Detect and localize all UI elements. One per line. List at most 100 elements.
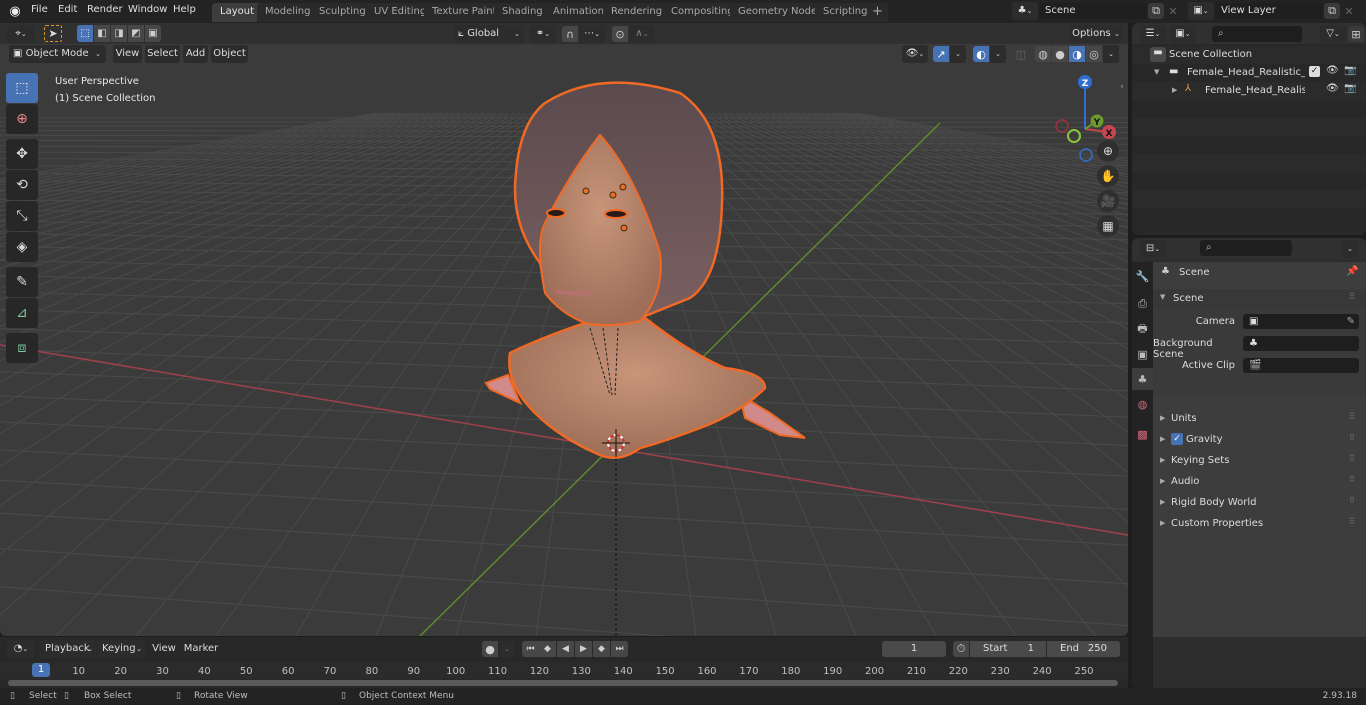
pan-view-button[interactable]: ✋ (1097, 165, 1119, 187)
mode-dropdown[interactable]: ▣ Object Mode ⌄ (9, 45, 106, 63)
select-box-tool[interactable]: ⬚ (6, 73, 38, 103)
gizmo-dropdown[interactable]: ⌄ (950, 45, 966, 63)
gravity-checkbox[interactable]: ✓ (1171, 433, 1183, 445)
keying-menu[interactable]: Keying ⌄ (97, 640, 145, 658)
auto-keying-icon[interactable]: ● (482, 641, 498, 657)
add-workspace-button[interactable]: + (867, 3, 888, 22)
menu-window[interactable]: Window (128, 4, 167, 15)
subpanel-custom-properties[interactable]: ▶ Custom Properties ⠿ (1153, 514, 1366, 534)
play-icon[interactable]: ▶ (575, 641, 592, 657)
expand-triangle-icon[interactable]: ▼ (1154, 68, 1159, 76)
menu-add[interactable]: Add (183, 45, 208, 63)
subpanel-gravity[interactable]: ▶ ✓ Gravity ⠿ (1153, 430, 1366, 450)
solid-shading-icon[interactable]: ● (1052, 46, 1068, 62)
jump-start-icon[interactable]: ⏮ (522, 641, 539, 657)
menu-select[interactable]: Select (145, 45, 180, 63)
tab-scene[interactable]: ♣ (1132, 368, 1153, 390)
drag-grip-icon[interactable]: ⠿ (1349, 517, 1355, 526)
timeline-editor-type-button[interactable]: ◔⌄ (7, 640, 35, 658)
expand-triangle-icon[interactable]: ▶ (1172, 86, 1177, 94)
delete-view-layer-icon[interactable]: ✕ (1342, 3, 1356, 19)
menu-file[interactable]: File (31, 4, 48, 15)
camera-render-icon[interactable]: 📷 (1344, 65, 1356, 76)
properties-options-dropdown[interactable]: ⌄ (1342, 240, 1358, 258)
active-tool-icon[interactable]: ➤ (44, 25, 62, 42)
view-layer-name-field[interactable]: View Layer (1215, 3, 1323, 19)
menu-edit[interactable]: Edit (58, 4, 77, 15)
playback-menu[interactable]: Playback ⌄ (40, 640, 96, 658)
tab-texture[interactable]: ▩ (1132, 423, 1153, 445)
xray-toggle-icon[interactable]: ◫ (1013, 46, 1029, 62)
view-layer-selector-button[interactable]: ▣⌄ (1188, 2, 1214, 20)
menu-object[interactable]: Object (211, 45, 248, 63)
tab-render[interactable]: ⎙ (1132, 293, 1153, 315)
tab-world[interactable]: ◍ (1132, 393, 1153, 415)
overlays-toggle-icon[interactable]: ◐ (973, 46, 989, 62)
add-cube-tool[interactable]: ⧈ (6, 333, 38, 363)
gizmo-neg-y[interactable] (1067, 129, 1081, 143)
outliner-row-scene-collection[interactable]: ▬ Scene Collection (1132, 46, 1366, 64)
tab-shading[interactable]: Shading (494, 3, 551, 22)
tab-output[interactable]: 🖶 (1132, 318, 1153, 340)
transform-orientation-dropdown[interactable]: ⟀ Global ⌄ (454, 25, 524, 43)
drag-grip-icon[interactable]: ⠿ (1349, 454, 1355, 463)
keying-dropdown-icon[interactable]: ⌄ (499, 641, 515, 657)
overlays-dropdown[interactable]: ⌄ (990, 45, 1006, 63)
outliner-row-collection[interactable]: ▼ ▬ Female_Head_Realistic_Anatı ✓ 👁 📷 (1132, 64, 1366, 82)
select-invert-icon[interactable]: ◩ (128, 25, 144, 42)
preview-range-icon[interactable]: ⏱ (953, 641, 969, 657)
tab-layout[interactable]: Layout (212, 3, 262, 22)
visibility-dropdown[interactable]: 👁⌄ (902, 45, 928, 63)
exclude-checkbox[interactable]: ✓ (1309, 66, 1320, 77)
pin-icon[interactable]: 📌 (1346, 266, 1358, 277)
timeline-view-menu[interactable]: View (150, 640, 178, 658)
zoom-view-button[interactable]: ⊕ (1097, 140, 1119, 162)
select-extend-icon[interactable]: ◧ (94, 25, 110, 42)
tab-sculpting[interactable]: Sculpting (311, 3, 374, 22)
display-mode-button[interactable]: ▣⌄ (1170, 25, 1196, 43)
outliner-search-input[interactable]: ⌕ (1212, 26, 1302, 42)
camera-field[interactable]: ▣ ✎ (1243, 314, 1359, 329)
snap-target-dropdown[interactable]: ⋯⌄ (579, 25, 605, 43)
shading-dropdown[interactable]: ⌄ (1103, 45, 1119, 63)
eyedropper-icon[interactable]: ✎ (1347, 314, 1355, 329)
wireframe-shading-icon[interactable]: ◍ (1035, 46, 1051, 62)
annotate-tool[interactable]: ✎ (6, 267, 38, 297)
new-collection-icon[interactable]: ⊞ (1348, 26, 1364, 42)
scale-tool[interactable]: ⤡ (6, 201, 38, 231)
filter-dropdown[interactable]: ▽⌄ (1320, 25, 1346, 43)
tab-modeling[interactable]: Modeling (257, 3, 319, 22)
blender-logo-icon[interactable]: ◉ (6, 3, 24, 20)
subpanel-keying-sets[interactable]: ▶ Keying Sets ⠿ (1153, 451, 1366, 471)
timeline-scrollbar[interactable] (8, 680, 1118, 686)
rendered-shading-icon[interactable]: ◎ (1086, 46, 1102, 62)
current-frame-field[interactable]: 1 (882, 641, 946, 657)
rotate-tool[interactable]: ⟲ (6, 170, 38, 200)
timeline-marker-menu[interactable]: Marker (183, 640, 219, 658)
menu-help[interactable]: Help (173, 4, 196, 15)
transform-tool[interactable]: ◈ (6, 232, 38, 262)
drag-grip-icon[interactable]: ⠿ (1349, 475, 1355, 484)
proportional-editing-icon[interactable]: ⊙ (612, 26, 628, 42)
tab-view-layer[interactable]: ▣ (1132, 343, 1153, 365)
end-frame-field[interactable]: End 250 (1047, 641, 1120, 657)
background-scene-field[interactable]: ♣ (1243, 336, 1359, 351)
gizmo-neg-x[interactable] (1055, 119, 1069, 133)
scene-selector-button[interactable]: ♣⌄ (1012, 2, 1038, 20)
menu-render[interactable]: Render (87, 4, 123, 15)
delete-scene-icon[interactable]: ✕ (1166, 3, 1180, 19)
gizmo-toggle-icon[interactable]: ↗ (933, 46, 949, 62)
tab-rendering[interactable]: Rendering (603, 3, 671, 22)
new-view-layer-icon[interactable]: ⧉ (1324, 3, 1340, 19)
outliner-editor-type-button[interactable]: ☰⌄ (1140, 25, 1166, 43)
subpanel-units[interactable]: ▶ Units ⠿ (1153, 409, 1366, 429)
select-new-icon[interactable]: ⬚ (77, 25, 93, 42)
tab-animation[interactable]: Animation (545, 3, 612, 22)
next-keyframe-icon[interactable]: ◆ (593, 641, 610, 657)
drag-grip-icon[interactable]: ⠿ (1349, 433, 1355, 442)
play-reverse-icon[interactable]: ◀ (557, 641, 574, 657)
menu-view[interactable]: View (113, 45, 142, 63)
select-intersect-icon[interactable]: ▣ (145, 25, 161, 42)
playhead[interactable]: 1 (32, 663, 50, 677)
drag-grip-icon[interactable]: ⠿ (1349, 496, 1355, 505)
